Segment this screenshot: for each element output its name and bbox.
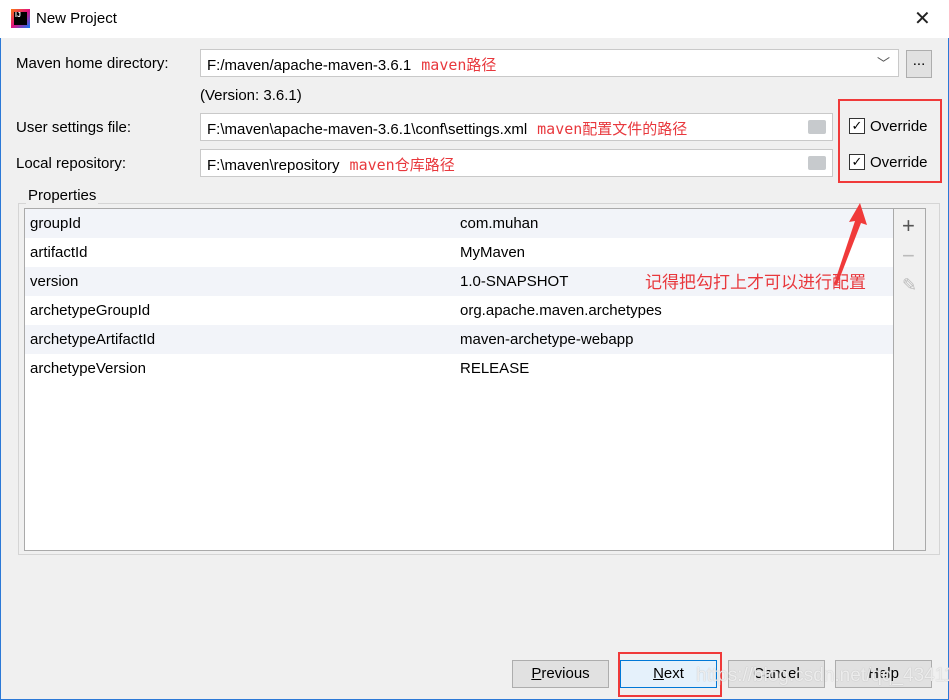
table-row[interactable]: archetypeVersion RELEASE bbox=[25, 354, 893, 383]
folder-icon[interactable] bbox=[808, 156, 826, 170]
user-settings-note: maven配置文件的路径 bbox=[537, 120, 688, 138]
edit-icon[interactable]: ✎ bbox=[902, 275, 917, 296]
local-repo-label: Local repository: bbox=[16, 155, 127, 172]
watermark: https://blog.csdn.net/qq_43411550 bbox=[696, 665, 949, 686]
remove-icon[interactable]: − bbox=[902, 243, 915, 269]
previous-button[interactable]: Previous bbox=[512, 660, 609, 688]
highlight-box bbox=[838, 99, 942, 183]
properties-toolbar: + − ✎ bbox=[894, 208, 926, 551]
property-key: archetypeVersion bbox=[30, 360, 146, 377]
user-settings-input[interactable]: F:\maven\apache-maven-3.6.1\conf\setting… bbox=[200, 113, 833, 141]
maven-home-label: Maven home directory: bbox=[16, 55, 169, 72]
close-icon[interactable]: ✕ bbox=[914, 6, 931, 31]
table-row[interactable]: archetypeArtifactId maven-archetype-webap… bbox=[25, 325, 893, 354]
table-row[interactable]: archetypeGroupId org.apache.maven.archety… bbox=[25, 296, 893, 325]
title-bar: IJ New Project ✕ bbox=[0, 0, 949, 38]
annotation-text: 记得把勾打上才可以进行配置 bbox=[645, 273, 866, 293]
add-icon[interactable]: + bbox=[902, 213, 915, 239]
property-key: artifactId bbox=[30, 244, 88, 261]
local-repo-note: maven仓库路径 bbox=[349, 156, 455, 174]
maven-home-select[interactable]: F:/maven/apache-maven-3.6.1 maven路径 ﹀ bbox=[200, 49, 899, 77]
intellij-logo-icon: IJ bbox=[11, 9, 30, 28]
maven-home-note: maven路径 bbox=[421, 56, 497, 74]
property-key: groupId bbox=[30, 215, 81, 232]
property-value[interactable]: 1.0-SNAPSHOT bbox=[460, 273, 568, 290]
window-title: New Project bbox=[36, 10, 117, 27]
version-label: (Version: 3.6.1) bbox=[200, 87, 302, 104]
properties-title: Properties bbox=[26, 187, 99, 204]
browse-button[interactable]: ... bbox=[906, 50, 932, 78]
property-value[interactable]: org.apache.maven.archetypes bbox=[460, 302, 662, 319]
table-row[interactable]: groupId com.muhan bbox=[25, 209, 893, 238]
property-value[interactable]: com.muhan bbox=[460, 215, 538, 232]
property-value[interactable]: RELEASE bbox=[460, 360, 529, 377]
property-key: archetypeArtifactId bbox=[30, 331, 156, 348]
local-repo-input[interactable]: F:\maven\repository maven仓库路径 bbox=[200, 149, 833, 177]
local-repo-value: F:\maven\repository bbox=[207, 157, 340, 174]
chevron-down-icon[interactable]: ﹀ bbox=[877, 53, 890, 72]
user-settings-value: F:\maven\apache-maven-3.6.1\conf\setting… bbox=[207, 121, 528, 138]
property-key: version bbox=[30, 273, 79, 290]
maven-home-value: F:/maven/apache-maven-3.6.1 bbox=[207, 57, 412, 74]
property-key: archetypeGroupId bbox=[30, 302, 151, 319]
properties-table: groupId com.muhan artifactId MyMaven version… bbox=[24, 208, 894, 551]
property-value[interactable]: MyMaven bbox=[460, 244, 525, 261]
property-value[interactable]: maven-archetype-webapp bbox=[460, 331, 633, 348]
user-settings-label: User settings file: bbox=[16, 119, 132, 136]
table-row[interactable]: artifactId MyMaven bbox=[25, 238, 893, 267]
folder-icon[interactable] bbox=[808, 120, 826, 134]
